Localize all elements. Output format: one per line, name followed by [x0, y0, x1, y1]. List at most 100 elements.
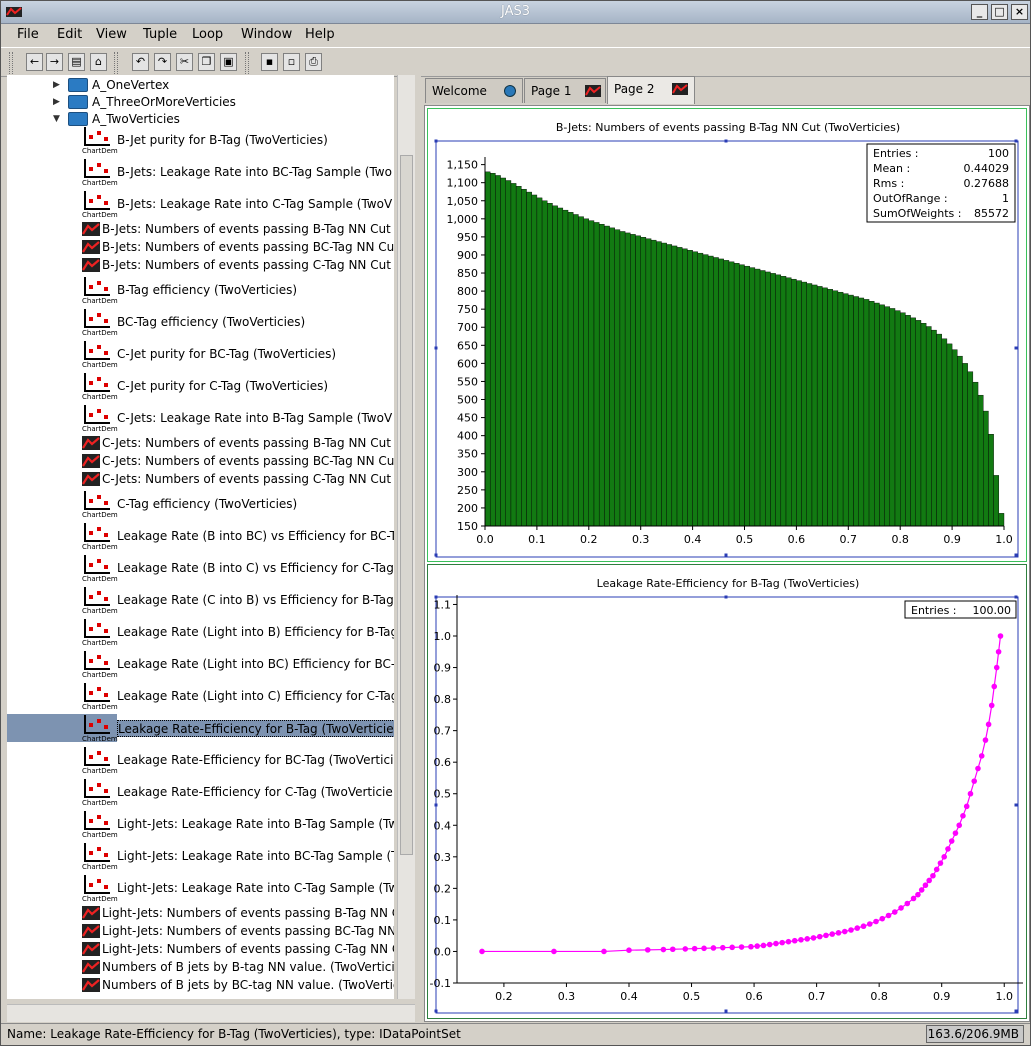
home-icon[interactable]: ⌂ — [90, 53, 107, 71]
tree-item-label[interactable]: Leakage Rate (C into B) vs Efficiency fo… — [117, 592, 394, 609]
y-tick-label: 300 — [457, 466, 478, 479]
histogram-bar — [801, 281, 807, 527]
tree-item-label[interactable]: C-Jet purity for BC-Tag (TwoVerticies) — [117, 346, 336, 363]
maximize-icon[interactable]: □ — [991, 4, 1008, 20]
toolbar-grip[interactable] — [9, 52, 13, 74]
tree-item-label[interactable]: Leakage Rate (Light into C) Efficiency f… — [117, 688, 394, 705]
histogram-bar — [962, 363, 968, 527]
redo-icon[interactable]: ↷ — [154, 53, 171, 71]
menu-file[interactable]: File — [17, 27, 39, 42]
tree-item-label[interactable]: Leakage Rate (Light into BC) Efficiency … — [117, 656, 394, 673]
tree-item-label[interactable]: Leakage Rate (B into BC) vs Efficiency f… — [117, 528, 394, 545]
tree-horizontal-scrollbar[interactable] — [7, 1004, 415, 1022]
plot-region-histogram[interactable]: B-Jets: Numbers of events passing B-Tag … — [427, 108, 1027, 562]
close-icon[interactable]: × — [1011, 4, 1028, 20]
tree-item-label[interactable]: B-Jet purity for B-Tag (TwoVerticies) — [117, 132, 328, 149]
y-tick-label: 0.3 — [434, 851, 452, 864]
toolbar-grip[interactable] — [114, 52, 118, 74]
histogram-bar — [692, 251, 698, 527]
tree-item-label[interactable]: Leakage Rate (Light into B) Efficiency f… — [117, 624, 394, 641]
back-icon[interactable]: ← — [26, 53, 43, 71]
tree-item-label[interactable]: Light-Jets: Numbers of events passing B-… — [102, 905, 394, 922]
histogram-bar — [604, 225, 610, 527]
tree-item-label[interactable]: C-Jets: Numbers of events passing C-Tag … — [102, 471, 391, 488]
tree-folder-label[interactable]: A_OneVertex — [92, 77, 169, 94]
histogram-icon — [82, 906, 100, 920]
tree-folder-label[interactable]: A_ThreeOrMoreVerticies — [92, 94, 236, 111]
tree-item-label[interactable]: Light-Jets: Leakage Rate into BC-Tag Sam… — [117, 848, 394, 865]
histogram-bar — [884, 306, 891, 527]
menu-loop[interactable]: Loop — [192, 27, 223, 42]
tree-item-label[interactable]: Numbers of B jets by B-tag NN value. (Tw… — [102, 959, 394, 976]
histogram-bar — [754, 268, 761, 527]
tree-item-label[interactable]: C-Tag efficiency (TwoVerticies) — [117, 496, 297, 513]
tab-welcome[interactable]: Welcome — [425, 78, 523, 103]
tree-item-label[interactable]: C-Jet purity for C-Tag (TwoVerticies) — [117, 378, 328, 395]
tree-item-label[interactable]: B-Jets: Leakage Rate into C-Tag Sample (… — [117, 196, 392, 213]
histogram-bar — [583, 218, 590, 527]
undo-icon[interactable]: ↶ — [132, 53, 149, 71]
histogram-bar — [588, 220, 595, 527]
tab-page-2[interactable]: Page 2 — [607, 76, 695, 104]
print-icon[interactable]: ⎙ — [305, 53, 322, 71]
split-pane-divider[interactable] — [415, 75, 421, 1023]
menu-help[interactable]: Help — [305, 27, 335, 42]
histogram-bar — [863, 299, 870, 527]
tree-item-label[interactable]: Leakage Rate-Efficiency for B-Tag (TwoVe… — [117, 720, 394, 737]
minimize-icon[interactable]: _ — [971, 4, 988, 20]
tree-item-label[interactable]: Light-Jets: Leakage Rate into C-Tag Samp… — [117, 880, 394, 897]
histogram-bar — [645, 238, 652, 527]
tree-item-label[interactable]: Leakage Rate-Efficiency for C-Tag (TwoVe… — [117, 784, 393, 801]
tree-item-label[interactable]: C-Jets: Leakage Rate into B-Tag Sample (… — [117, 410, 392, 427]
document-icon[interactable]: ▤ — [68, 53, 85, 71]
tree-item-label[interactable]: C-Jets: Numbers of events passing BC-Tag… — [102, 453, 394, 470]
tree-panel: ▶ A_OneVertex ▶ A_ThreeOrMoreVerticies ▼ A_Tw… — [7, 75, 394, 999]
toolbar: ← → ▤ ⌂ ↶ ↷ ✂ ❐ ▣ ▪ ▫ ⎙ — [1, 47, 1030, 77]
stats-label: OutOfRange : — [873, 192, 948, 205]
menu-tuple[interactable]: Tuple — [143, 27, 177, 42]
tree-item-label[interactable]: BC-Tag efficiency (TwoVerticies) — [117, 314, 305, 331]
menu-view[interactable]: View — [96, 27, 127, 42]
histogram-bar — [827, 289, 833, 527]
y-tick-label: 0.8 — [434, 693, 452, 706]
tab-page-1[interactable]: Page 1 — [524, 78, 606, 103]
tree-item-label[interactable]: Leakage Rate-Efficiency for BC-Tag (TwoV… — [117, 752, 393, 769]
tree-item-label[interactable]: B-Jets: Numbers of events passing C-Tag … — [102, 257, 391, 274]
tree-item-label[interactable]: Light-Jets: Numbers of events passing BC… — [102, 923, 394, 940]
tree-item-label[interactable]: Numbers of B jets by BC-tag NN value. (T… — [102, 977, 394, 994]
title-bar[interactable]: JAS3 _ □ × — [1, 1, 1030, 24]
save-icon[interactable]: ▪ — [261, 53, 278, 71]
toolbar-grip[interactable] — [245, 52, 249, 74]
paste-icon[interactable]: ▣ — [220, 53, 237, 71]
tree-item-label[interactable]: B-Jets: Leakage Rate into BC-Tag Sample … — [117, 164, 392, 181]
tree-item-label[interactable]: Light-Jets: Numbers of events passing C-… — [102, 941, 394, 958]
memory-indicator[interactable]: 163.6/206.9MB — [926, 1025, 1024, 1043]
scrollbar-thumb[interactable] — [400, 155, 413, 855]
histogram-bar — [687, 250, 693, 527]
copy-icon[interactable]: ❐ — [198, 53, 215, 71]
histogram-bar — [785, 277, 792, 527]
tree-item-label[interactable]: B-Tag efficiency (TwoVerticies) — [117, 282, 297, 299]
chevron-right-icon[interactable]: ▶ — [53, 97, 60, 107]
menu-window[interactable]: Window — [241, 27, 292, 42]
tree-item-label[interactable]: B-Jets: Numbers of events passing BC-Tag… — [102, 239, 394, 256]
tree-vertical-scrollbar[interactable] — [397, 75, 415, 999]
chart-icon: ChartDem — [82, 276, 118, 306]
chart-icon: ChartDem — [82, 714, 118, 744]
menu-edit[interactable]: Edit — [57, 27, 82, 42]
plot-region-scatter[interactable]: Leakage Rate-Efficiency for B-Tag (TwoVe… — [427, 564, 1027, 1019]
forward-icon[interactable]: → — [46, 53, 63, 71]
tree-item-label[interactable]: C-Jets: Numbers of events passing B-Tag … — [102, 435, 391, 452]
save-all-icon[interactable]: ▫ — [283, 53, 300, 71]
histogram-bar — [936, 333, 942, 527]
scatter-point — [766, 941, 773, 948]
chevron-right-icon[interactable]: ▶ — [53, 80, 60, 90]
chevron-down-icon[interactable]: ▼ — [53, 114, 60, 124]
tree-item-label[interactable]: Leakage Rate (B into C) vs Efficiency fo… — [117, 560, 394, 577]
tree-item-label[interactable]: Light-Jets: Leakage Rate into B-Tag Samp… — [117, 816, 394, 833]
y-tick-label: 200 — [457, 502, 478, 515]
scatter-point — [971, 778, 978, 784]
cut-icon[interactable]: ✂ — [176, 53, 193, 71]
tree-item-label[interactable]: B-Jets: Numbers of events passing B-Tag … — [102, 221, 391, 238]
y-tick-label: 400 — [457, 430, 478, 443]
